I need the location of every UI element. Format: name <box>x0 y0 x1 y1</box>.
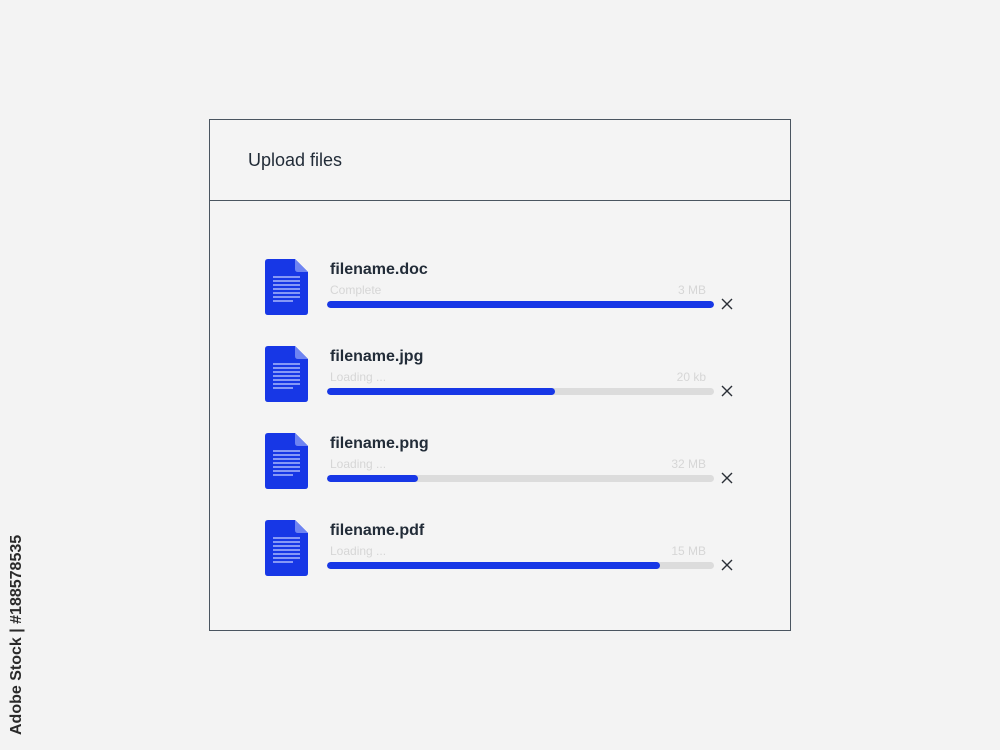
file-name: filename.pdf <box>330 522 425 539</box>
watermark: Adobe Stock | #188578535 <box>8 534 25 735</box>
file-item: filename.pdf Loading ... 15 MB <box>210 520 790 580</box>
remove-file-button[interactable] <box>718 382 736 400</box>
file-item: filename.jpg Loading ... 20 kb <box>210 346 790 406</box>
close-icon <box>721 298 733 310</box>
document-icon <box>265 346 308 402</box>
dialog-title: Upload files <box>248 149 343 170</box>
close-icon <box>721 385 733 397</box>
remove-file-button[interactable] <box>718 556 736 574</box>
file-name: filename.jpg <box>330 348 424 365</box>
file-name: filename.png <box>330 435 429 452</box>
remove-file-button[interactable] <box>718 295 736 313</box>
file-status: Loading ... <box>330 544 387 558</box>
file-status: Complete <box>330 283 382 297</box>
file-size: 32 MB <box>671 457 706 471</box>
file-size: 20 kb <box>676 370 706 384</box>
progress-bar <box>327 475 714 482</box>
document-icon <box>265 259 308 315</box>
document-icon <box>265 520 308 576</box>
close-icon <box>721 472 733 484</box>
file-size: 15 MB <box>671 544 706 558</box>
progress-bar <box>327 562 714 569</box>
close-icon <box>721 559 733 571</box>
file-item: filename.doc Complete 3 MB <box>210 259 790 319</box>
upload-dialog: Upload files filename.doc Complete 3 MB <box>209 119 791 631</box>
remove-file-button[interactable] <box>718 469 736 487</box>
file-status: Loading ... <box>330 457 387 471</box>
progress-bar <box>327 388 714 395</box>
progress-fill <box>327 301 714 308</box>
file-item: filename.png Loading ... 32 MB <box>210 433 790 493</box>
file-name: filename.doc <box>330 261 428 278</box>
progress-fill <box>327 475 418 482</box>
progress-fill <box>327 388 556 395</box>
document-icon <box>265 433 308 489</box>
file-status: Loading ... <box>330 370 387 384</box>
progress-fill <box>327 562 660 569</box>
progress-bar <box>327 301 714 308</box>
file-size: 3 MB <box>677 283 706 297</box>
dialog-header: Upload files <box>210 120 790 201</box>
